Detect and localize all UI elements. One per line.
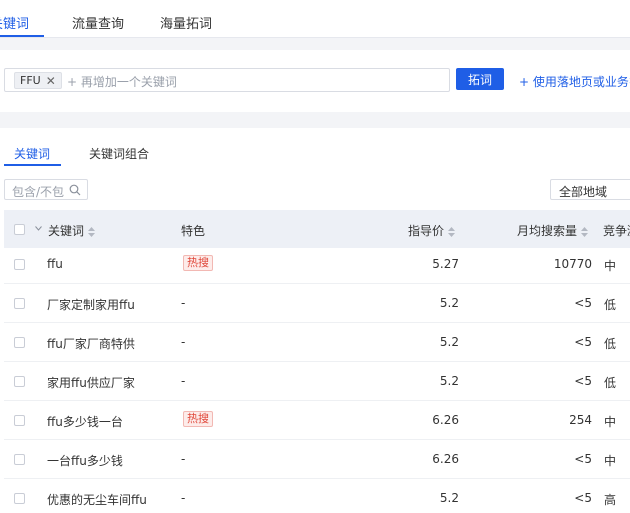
table-row: ffu多少钱一台 热搜 6.26 254 中 bbox=[4, 401, 630, 440]
table-row: ffu 热搜 5.27 10770 中 bbox=[4, 245, 630, 284]
row-volume: <5 bbox=[574, 335, 592, 349]
row-volume: 10770 bbox=[553, 257, 592, 271]
row-keyword: 厂家定制家用ffu bbox=[47, 298, 135, 312]
select-all-checkbox[interactable] bbox=[14, 224, 25, 235]
row-price: 5.2 bbox=[439, 374, 459, 388]
row-feature: - bbox=[181, 452, 186, 466]
sub-tab-keyword[interactable]: 关键词 bbox=[14, 145, 50, 162]
row-keyword: ffu厂家厂商特供 bbox=[47, 337, 135, 351]
row-competition: 中 bbox=[604, 454, 617, 468]
table-row: 一台ffu多少钱 - 6.26 <5 中 bbox=[4, 440, 630, 479]
row-competition: 中 bbox=[604, 259, 617, 273]
row-volume: <5 bbox=[574, 296, 592, 310]
row-checkbox[interactable] bbox=[14, 415, 25, 426]
tab-traffic-query[interactable]: 流量查询 bbox=[72, 13, 124, 32]
add-keyword-placeholder[interactable]: + 再增加一个关键词 bbox=[67, 73, 177, 90]
hot-badge: 热搜 bbox=[183, 255, 213, 271]
row-keyword: ffu多少钱一台 bbox=[47, 415, 123, 429]
active-sub-tab-indicator bbox=[4, 164, 61, 166]
sort-icon[interactable] bbox=[581, 226, 589, 237]
row-keyword: 家用ffu供应厂家 bbox=[47, 376, 135, 390]
row-feature: - bbox=[181, 296, 186, 310]
row-price: 6.26 bbox=[432, 452, 459, 466]
row-price: 5.27 bbox=[432, 257, 459, 271]
table-row: 优惠的无尘车间ffu - 5.2 <5 高 bbox=[4, 479, 630, 513]
sub-tab-keyword-combo[interactable]: 关键词组合 bbox=[89, 145, 149, 162]
table-header: 关键词 特色 指导价 月均搜索量 竞争激烈 bbox=[4, 210, 630, 248]
row-volume: <5 bbox=[574, 452, 592, 466]
header-competition[interactable]: 竞争激烈 bbox=[603, 222, 630, 239]
row-checkbox[interactable] bbox=[14, 376, 25, 387]
close-icon[interactable]: ✕ bbox=[46, 75, 56, 87]
header-price[interactable]: 指导价 bbox=[408, 222, 456, 239]
row-price: 5.2 bbox=[439, 296, 459, 310]
row-checkbox[interactable] bbox=[14, 493, 25, 504]
top-tab-bar: 关键词 流量查询 海量拓词 bbox=[0, 0, 630, 38]
tab-keyword[interactable]: 关键词 bbox=[0, 13, 29, 32]
header-volume[interactable]: 月均搜索量 bbox=[517, 222, 589, 239]
sort-icon[interactable] bbox=[448, 226, 456, 237]
section-divider bbox=[0, 38, 630, 50]
row-price: 5.2 bbox=[439, 491, 459, 505]
section-divider bbox=[0, 112, 630, 128]
row-price: 6.26 bbox=[432, 413, 459, 427]
row-checkbox[interactable] bbox=[14, 337, 25, 348]
row-feature: - bbox=[181, 374, 186, 388]
region-select-value: 全部地域 bbox=[559, 185, 608, 199]
row-price: 5.2 bbox=[439, 335, 459, 349]
table-row: 家用ffu供应厂家 - 5.2 <5 低 bbox=[4, 362, 630, 401]
row-competition: 高 bbox=[604, 493, 617, 507]
row-feature: - bbox=[181, 335, 186, 349]
table-row: 厂家定制家用ffu - 5.2 <5 低 bbox=[4, 284, 630, 323]
row-checkbox[interactable] bbox=[14, 298, 25, 309]
active-tab-indicator bbox=[0, 35, 44, 37]
row-feature: - bbox=[181, 491, 186, 505]
row-keyword: 优惠的无尘车间ffu bbox=[47, 493, 147, 507]
keyword-input-box[interactable]: FFU ✕ + 再增加一个关键词 bbox=[4, 68, 450, 92]
row-volume: 254 bbox=[569, 413, 592, 427]
search-icon[interactable] bbox=[69, 184, 81, 196]
row-competition: 低 bbox=[604, 337, 617, 351]
use-landing-page-link[interactable]: + 使用落地页或业务扌 bbox=[519, 73, 630, 90]
sort-icon[interactable] bbox=[88, 226, 96, 237]
row-volume: <5 bbox=[574, 491, 592, 505]
header-feature: 特色 bbox=[181, 224, 206, 238]
row-checkbox[interactable] bbox=[14, 259, 25, 270]
row-keyword: ffu bbox=[47, 257, 63, 271]
region-select[interactable]: 全部地域 bbox=[550, 179, 630, 200]
tab-mass-expand[interactable]: 海量拓词 bbox=[160, 13, 212, 32]
row-competition: 低 bbox=[604, 376, 617, 390]
row-checkbox[interactable] bbox=[14, 454, 25, 465]
include-exclude-filter[interactable]: 包含/不包含 bbox=[4, 179, 88, 200]
row-competition: 中 bbox=[604, 415, 617, 429]
row-keyword: 一台ffu多少钱 bbox=[47, 454, 123, 468]
row-competition: 低 bbox=[604, 298, 617, 312]
header-keyword[interactable]: 关键词 bbox=[48, 222, 96, 239]
keyword-chip-label: FFU bbox=[20, 74, 41, 87]
hot-badge: 热搜 bbox=[183, 411, 213, 427]
keyword-chip: FFU ✕ bbox=[14, 72, 62, 89]
sub-tab-bar: 关键词 关键词组合 bbox=[0, 130, 630, 167]
filter-placeholder: 包含/不包含 bbox=[12, 185, 64, 199]
expand-keywords-button[interactable]: 拓词 bbox=[456, 68, 504, 90]
row-volume: <5 bbox=[574, 374, 592, 388]
table-row: ffu厂家厂商特供 - 5.2 <5 低 bbox=[4, 323, 630, 362]
chevron-down-icon[interactable] bbox=[35, 226, 42, 231]
